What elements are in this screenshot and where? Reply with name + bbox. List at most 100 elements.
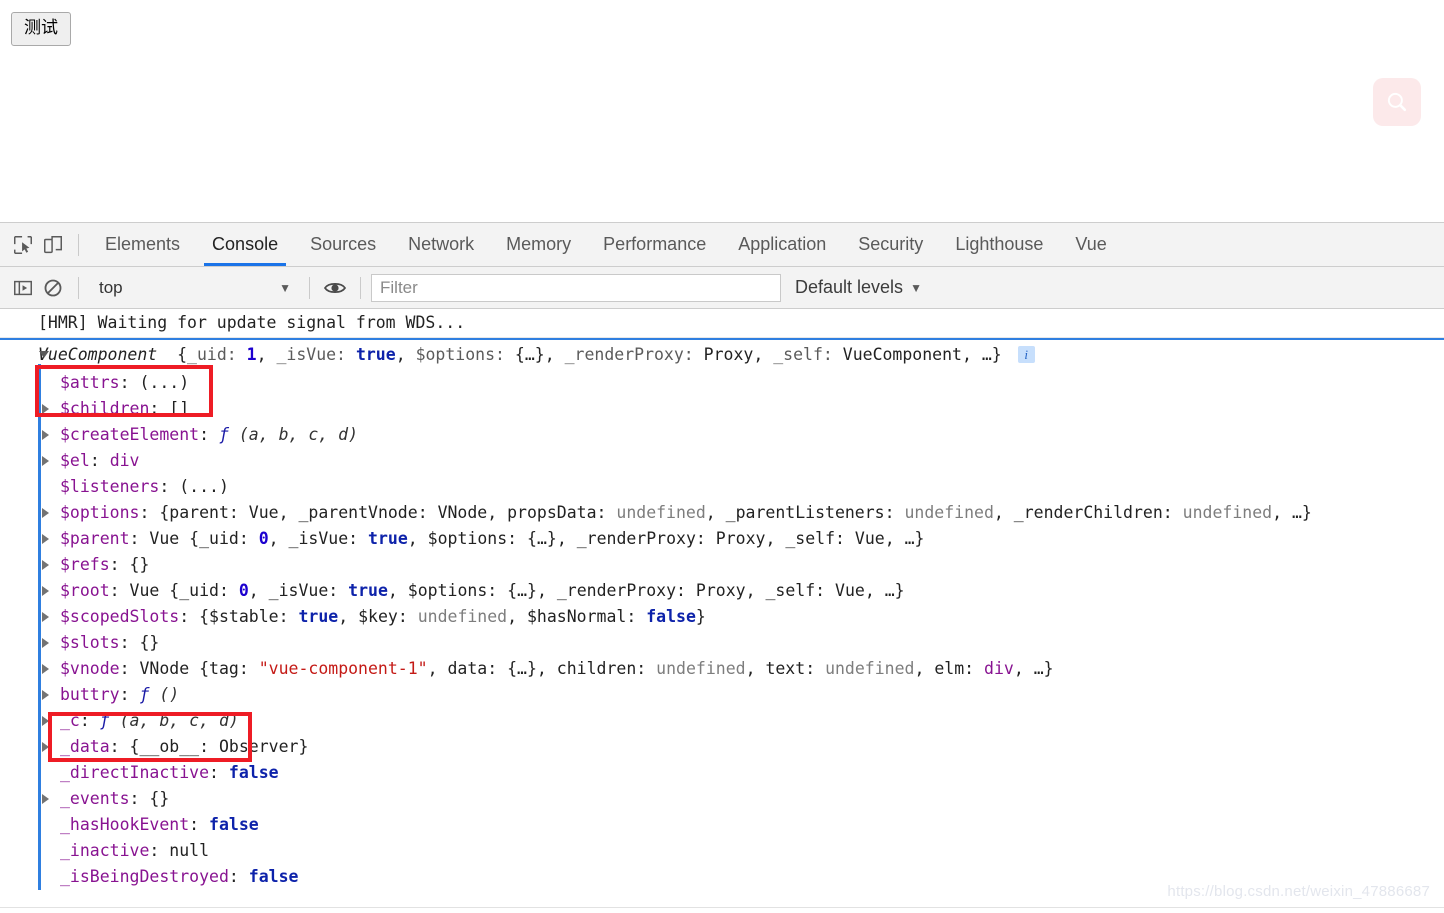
value-token: _renderChildren [1014,503,1163,522]
value-token: : [805,659,815,678]
property-key: $refs [60,555,110,574]
property-key: _events [60,789,130,808]
disclosure-triangle-icon[interactable] [42,586,49,596]
tab-memory[interactable]: Memory [490,223,587,266]
disclosure-triangle-icon[interactable] [42,456,49,466]
value-token: , [746,581,756,600]
value-token: false [229,763,279,782]
disclosure-triangle-icon[interactable] [42,664,49,674]
tab-sources[interactable]: Sources [294,223,392,266]
tab-console[interactable]: Console [196,223,294,266]
object-preview-token: VueComponent [843,345,962,364]
value-token: , [994,503,1004,522]
execution-context-select[interactable]: top ▼ [89,275,299,301]
object-property-row[interactable]: $children: [] [0,396,1444,422]
object-property-row[interactable]: _directInactive: false [0,760,1444,786]
console-sidebar-icon[interactable] [8,273,38,303]
tab-elements[interactable]: Elements [89,223,196,266]
disclosure-triangle-icon[interactable] [42,716,49,726]
clear-console-icon[interactable] [38,273,68,303]
property-value: VNode {tag: "vue-component-1", data: {…}… [139,659,1053,678]
property-value: Vue {_uid: 0, _isVue: true, $options: {…… [149,529,924,548]
tab-network[interactable]: Network [392,223,490,266]
value-token: . [189,477,199,496]
info-icon[interactable]: i [1018,346,1035,363]
object-property-row[interactable]: buttry: ƒ () [0,682,1444,708]
execution-context-value: top [99,278,123,298]
disclosure-triangle-icon[interactable] [42,404,49,414]
search-fab-button[interactable] [1373,78,1421,126]
disclosure-triangle-icon[interactable] [42,560,49,570]
value-token: { [130,555,140,574]
property-key: buttry [60,685,120,704]
object-property-row[interactable]: $createElement: ƒ (a, b, c, d) [0,422,1444,448]
value-token [547,659,557,678]
object-property-row[interactable]: _c: ƒ (a, b, c, d) [0,708,1444,734]
object-property-row[interactable]: $options: {parent: Vue, _parentVnode: VN… [0,500,1444,526]
object-property-row[interactable]: _events: {} [0,786,1444,812]
value-token: text [765,659,805,678]
value-token: undefined [825,659,914,678]
live-expression-icon[interactable] [320,273,350,303]
disclosure-triangle-icon[interactable] [42,794,49,804]
log-levels-dropdown[interactable]: Default levels ▼ [795,277,922,298]
value-token: , [885,529,895,548]
value-token [974,659,984,678]
disclosure-triangle-icon[interactable] [42,534,49,544]
disclosure-triangle-icon[interactable] [42,638,49,648]
property-key: _c [60,711,80,730]
object-property-row[interactable]: $scopedSlots: {$stable: true, $key: unde… [0,604,1444,630]
object-property-row[interactable]: _hasHookEvent: false [0,812,1444,838]
object-property-row[interactable]: $parent: Vue {_uid: 0, _isVue: true, $op… [0,526,1444,552]
object-property-row[interactable]: $attrs: (...) [0,370,1444,396]
tab-security[interactable]: Security [842,223,939,266]
inspect-element-icon[interactable] [8,230,38,260]
value-token: : [626,607,636,626]
object-property-row[interactable]: $listeners: (...) [0,474,1444,500]
value-token: { [199,607,209,626]
value-token: . [149,373,159,392]
disclosure-triangle-icon[interactable] [42,508,49,518]
object-preview-token: 1 [247,345,257,364]
value-token: . [169,373,179,392]
value-token [338,581,348,600]
property-value: {$stable: true, $key: undefined, $hasNor… [199,607,706,626]
tab-lighthouse[interactable]: Lighthouse [939,223,1059,266]
value-token: Proxy [696,581,746,600]
disclosure-triangle-icon[interactable] [42,742,49,752]
tab-performance[interactable]: Performance [587,223,722,266]
function-glyph: ƒ [219,425,239,444]
function-args: (a, b, c, d) [239,425,358,444]
object-property-row[interactable]: $refs: {} [0,552,1444,578]
disclosure-triangle-icon[interactable] [42,430,49,440]
object-property-row[interactable]: $root: Vue {_uid: 0, _isVue: true, $opti… [0,578,1444,604]
object-property-row[interactable]: _data: {__ob__: Observer} [0,734,1444,760]
tab-vue[interactable]: Vue [1059,223,1122,266]
value-token [289,607,299,626]
value-token [279,529,289,548]
property-value: {parent: Vue, _parentVnode: VNode, props… [159,503,1311,522]
console-filter-input[interactable] [371,274,781,302]
value-token: : [487,581,497,600]
object-property-row[interactable]: $slots: {} [0,630,1444,656]
value-token: , [1272,503,1282,522]
test-button[interactable]: 测试 [11,12,71,46]
value-token [716,503,726,522]
property-colon: : [110,555,130,574]
disclosure-triangle-open-icon[interactable] [39,351,49,358]
disclosure-triangle-icon[interactable] [42,690,49,700]
device-toolbar-icon[interactable] [38,230,68,260]
value-token [259,581,269,600]
object-preview-token: _uid: [187,345,247,364]
object-property-row[interactable]: _inactive: null [0,838,1444,864]
tab-application[interactable]: Application [722,223,842,266]
value-token: , [269,529,279,548]
console-toolbar-divider-3 [360,277,361,299]
object-property-row[interactable]: $el: div [0,448,1444,474]
value-token: , [537,581,547,600]
value-token: false [209,815,259,834]
object-property-row[interactable]: $vnode: VNode {tag: "vue-component-1", d… [0,656,1444,682]
object-header-row[interactable]: VueComponent {_uid: 1, _isVue: true, $op… [0,338,1444,370]
disclosure-triangle-icon[interactable] [42,612,49,622]
value-token: Vue [149,529,179,548]
